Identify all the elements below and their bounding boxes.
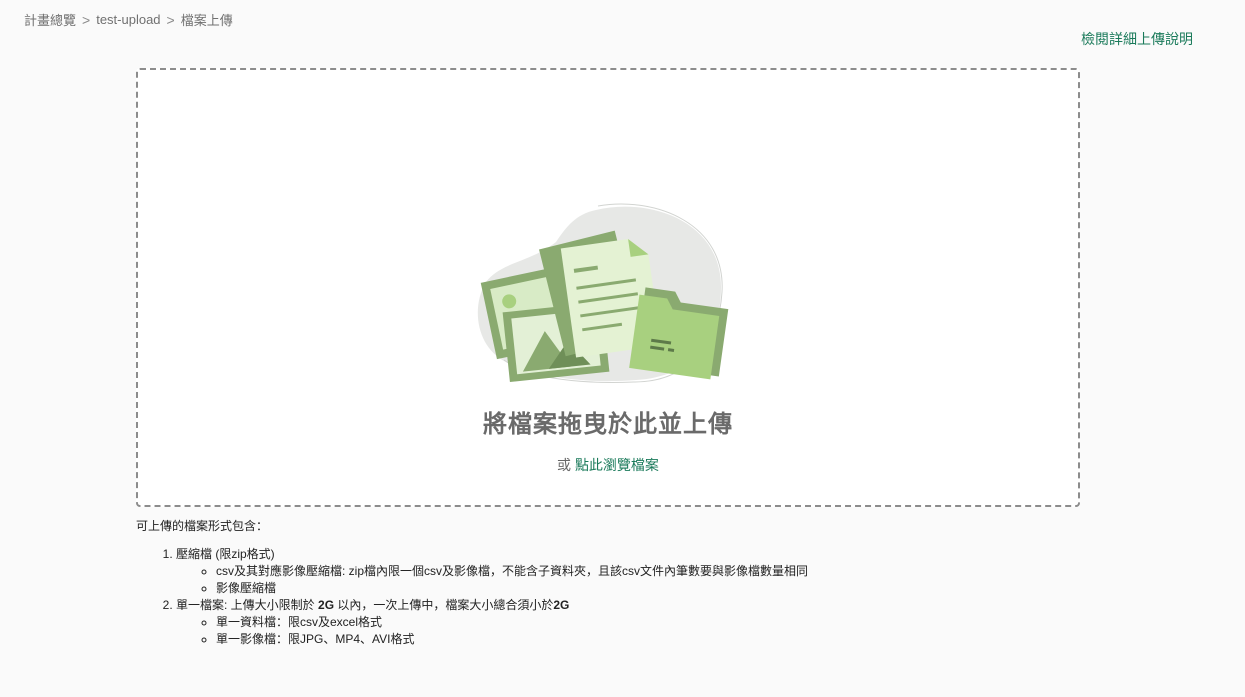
format-subitem: 單一影像檔：限JPG、MP4、AVI格式 xyxy=(216,631,808,648)
breadcrumb: 計畫總覽 > test-upload > 檔案上傳 xyxy=(24,10,233,29)
format-subitem: 影像壓縮檔 xyxy=(216,580,808,597)
format-item-single: 單一檔案: 上傳大小限制於 2G 以內，一次上傳中，檔案大小總合須小於2G 單一… xyxy=(176,597,808,648)
format-item-label-mid: 以內，一次上傳中，檔案大小總合須小於 xyxy=(334,598,554,612)
breadcrumb-item-overview[interactable]: 計畫總覽 xyxy=(24,10,76,29)
breadcrumb-separator: > xyxy=(166,11,175,28)
formats-list: 壓縮檔 (限zip格式) csv及其對應影像壓縮檔: zip檔內限一個csv及影… xyxy=(136,546,808,648)
breadcrumb-separator: > xyxy=(82,11,91,28)
dropzone-subtitle: 或 點此瀏覽檔案 xyxy=(138,455,1078,475)
format-item-zip: 壓縮檔 (限zip格式) csv及其對應影像壓縮檔: zip檔內限一個csv及影… xyxy=(176,546,808,597)
formats-intro: 可上傳的檔案形式包含： xyxy=(136,519,269,533)
upload-formats-info: 可上傳的檔案形式包含： 壓縮檔 (限zip格式) csv及其對應影像壓縮檔: z… xyxy=(136,518,808,648)
format-item-label-prefix: 單一檔案: 上傳大小限制於 xyxy=(176,598,319,612)
breadcrumb-item-project[interactable]: test-upload xyxy=(96,12,160,27)
upload-help-link[interactable]: 檢閱詳細上傳說明 xyxy=(1081,29,1193,49)
format-subitem: csv及其對應影像壓縮檔: zip檔內限一個csv及影像檔，不能含子資料夾，且該… xyxy=(216,563,808,580)
browse-files-link[interactable]: 點此瀏覽檔案 xyxy=(575,457,659,473)
total-limit-value: 2G xyxy=(553,598,570,612)
format-subitem: 單一資料檔：限csv及excel格式 xyxy=(216,614,808,631)
format-item-label: 壓縮檔 (限zip格式) xyxy=(176,547,275,561)
size-limit-value: 2G xyxy=(318,598,335,612)
files-upload-illustration-icon xyxy=(477,203,729,383)
dropzone-or-text: 或 xyxy=(557,457,572,473)
breadcrumb-item-current: 檔案上傳 xyxy=(180,13,233,28)
file-dropzone[interactable]: 將檔案拖曳於此並上傳 或 點此瀏覽檔案 xyxy=(136,68,1080,507)
dropzone-title: 將檔案拖曳於此並上傳 xyxy=(483,411,733,438)
